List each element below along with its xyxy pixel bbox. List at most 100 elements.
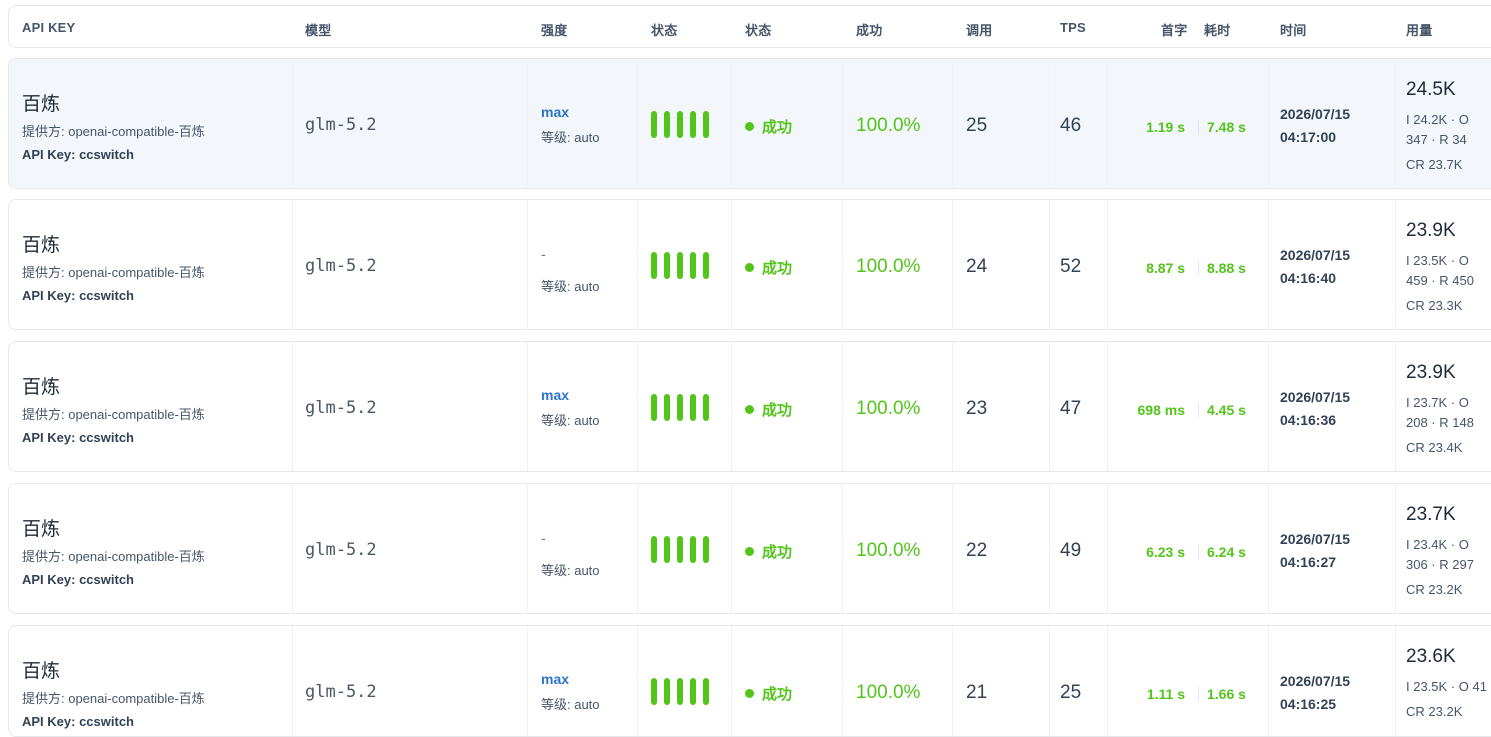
status-text: 成功 [762,260,793,277]
status-bar [664,111,670,138]
status-text: 成功 [762,402,793,419]
latency-divider [1198,119,1199,135]
status-bar [677,536,683,563]
latency-divider [1198,544,1199,560]
intensity-value: - [541,246,546,262]
column-header-status-bars[interactable]: 状态 [651,20,677,39]
usage-cache-read: CR 23.3K [1406,298,1463,313]
column-header-model[interactable]: 模型 [305,20,331,39]
column-header-status[interactable]: 状态 [745,20,771,39]
provider-detail: 提供方: openai-compatible-百炼 [22,124,205,139]
usage-breakdown-2: 459 · R 450 [1406,273,1474,288]
status-bars [651,536,711,563]
column-header-intensity[interactable]: 强度 [541,20,567,39]
status-bar [651,252,657,279]
total-duration: 7.48 s [1207,119,1246,135]
status-badge: 成功 [745,257,792,278]
call-count: 21 [966,682,988,703]
total-duration: 1.66 s [1207,686,1246,702]
provider-name: 百炼 [22,94,61,115]
first-token-latency: 698 ms [1137,402,1185,418]
total-duration: 4.45 s [1207,402,1246,418]
status-bar [690,678,696,705]
status-bar [703,536,709,563]
tps-value: 25 [1060,682,1082,703]
status-bar [677,111,683,138]
model-name: glm-5.2 [305,682,377,702]
status-bar [664,536,670,563]
status-badge: 成功 [745,541,792,562]
intensity-level: 等级: auto [541,279,600,294]
usage-total: 23.7K [1406,504,1456,525]
status-bar [651,678,657,705]
intensity-value: max [541,104,570,120]
status-text: 成功 [762,544,793,561]
usage-total: 23.9K [1406,362,1456,383]
table-header: API KEY 模型 强度 状态 状态 成功 调用 TPS 首字 耗时 时间 用… [8,5,1491,48]
intensity-level: 等级: auto [541,563,600,578]
total-duration: 8.88 s [1207,260,1246,276]
api-key-label: API Key: ccswitch [22,430,134,445]
call-count: 22 [966,540,988,561]
request-date: 2026/07/15 [1280,389,1351,405]
request-date: 2026/07/15 [1280,673,1351,689]
status-bar [651,394,657,421]
usage-breakdown-1: I 23.5K · O 41 [1406,679,1487,694]
request-clock: 04:16:40 [1280,270,1337,286]
first-token-latency: 1.19 s [1146,119,1185,135]
status-bar [690,394,696,421]
success-rate: 100.0% [856,398,921,419]
table-row[interactable]: 百炼 提供方: openai-compatible-百炼 API Key: cc… [8,58,1491,189]
tps-value: 46 [1060,115,1082,136]
column-header-usage[interactable]: 用量 [1406,20,1432,39]
usage-cache-read: CR 23.4K [1406,440,1463,455]
table-row[interactable]: 百炼 提供方: openai-compatible-百炼 API Key: cc… [8,625,1491,737]
table-row[interactable]: 百炼 提供方: openai-compatible-百炼 API Key: cc… [8,199,1491,330]
status-bar [690,536,696,563]
usage-breakdown-1: I 23.4K · O [1406,537,1469,552]
first-token-latency: 1.11 s [1146,686,1185,702]
model-name: glm-5.2 [305,398,377,418]
usage-total: 23.9K [1406,220,1456,241]
tps-value: 52 [1060,256,1082,277]
status-bar [664,252,670,279]
success-rate: 100.0% [856,682,921,703]
column-header-duration[interactable]: 耗时 [1204,20,1230,39]
intensity-value: max [541,387,570,403]
provider-detail: 提供方: openai-compatible-百炼 [22,407,205,422]
success-rate: 100.0% [856,540,921,561]
provider-name: 百炼 [22,519,61,540]
latency-divider [1198,260,1199,276]
intensity-level: 等级: auto [541,413,600,428]
status-bar [690,111,696,138]
column-header-time[interactable]: 时间 [1280,20,1306,39]
column-header-first-token[interactable]: 首字 [1161,20,1187,39]
status-bar [664,394,670,421]
request-clock: 04:16:27 [1280,554,1337,570]
api-key-label: API Key: ccswitch [22,714,134,729]
column-header-calls[interactable]: 调用 [966,20,992,39]
usage-cache-read: CR 23.2K [1406,704,1463,719]
status-dot-icon [745,122,754,131]
status-text: 成功 [762,119,793,136]
column-header-success[interactable]: 成功 [856,20,882,39]
column-header-tps[interactable]: TPS [1060,20,1086,35]
provider-detail: 提供方: openai-compatible-百炼 [22,265,205,280]
usage-breakdown-1: I 23.7K · O [1406,395,1469,410]
first-token-latency: 8.87 s [1146,260,1185,276]
status-dot-icon [745,547,754,556]
status-bars [651,394,711,421]
api-key-label: API Key: ccswitch [22,572,134,587]
usage-breakdown-2: 208 · R 148 [1406,415,1474,430]
status-bar [703,111,709,138]
status-dot-icon [745,263,754,272]
column-header-api-key[interactable]: API KEY [22,20,75,35]
status-bar [677,394,683,421]
status-bars [651,111,711,138]
latency-divider [1198,402,1199,418]
table-row[interactable]: 百炼 提供方: openai-compatible-百炼 API Key: cc… [8,341,1491,472]
request-time: 2026/07/15 04:16:27 [1280,528,1350,574]
provider-detail: 提供方: openai-compatible-百炼 [22,549,205,564]
status-bar [690,252,696,279]
table-row[interactable]: 百炼 提供方: openai-compatible-百炼 API Key: cc… [8,483,1491,614]
